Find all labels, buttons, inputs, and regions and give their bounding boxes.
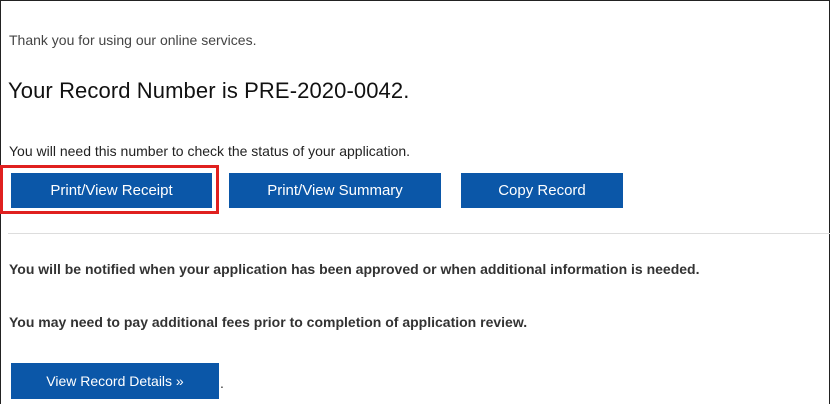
trailing-period: .	[220, 375, 224, 391]
thanks-message: Thank you for using our online services.	[9, 32, 257, 48]
print-view-summary-button[interactable]: Print/View Summary	[229, 173, 441, 208]
approval-notice: You will be notified when your applicati…	[9, 261, 700, 277]
section-divider	[8, 233, 830, 234]
copy-record-button[interactable]: Copy Record	[461, 173, 623, 208]
print-view-receipt-button[interactable]: Print/View Receipt	[11, 173, 212, 208]
fees-notice: You may need to pay additional fees prio…	[9, 314, 528, 330]
view-record-details-button[interactable]: View Record Details »	[11, 363, 219, 399]
need-number-message: You will need this number to check the s…	[9, 143, 411, 159]
record-number-heading: Your Record Number is PRE-2020-0042.	[8, 78, 410, 103]
